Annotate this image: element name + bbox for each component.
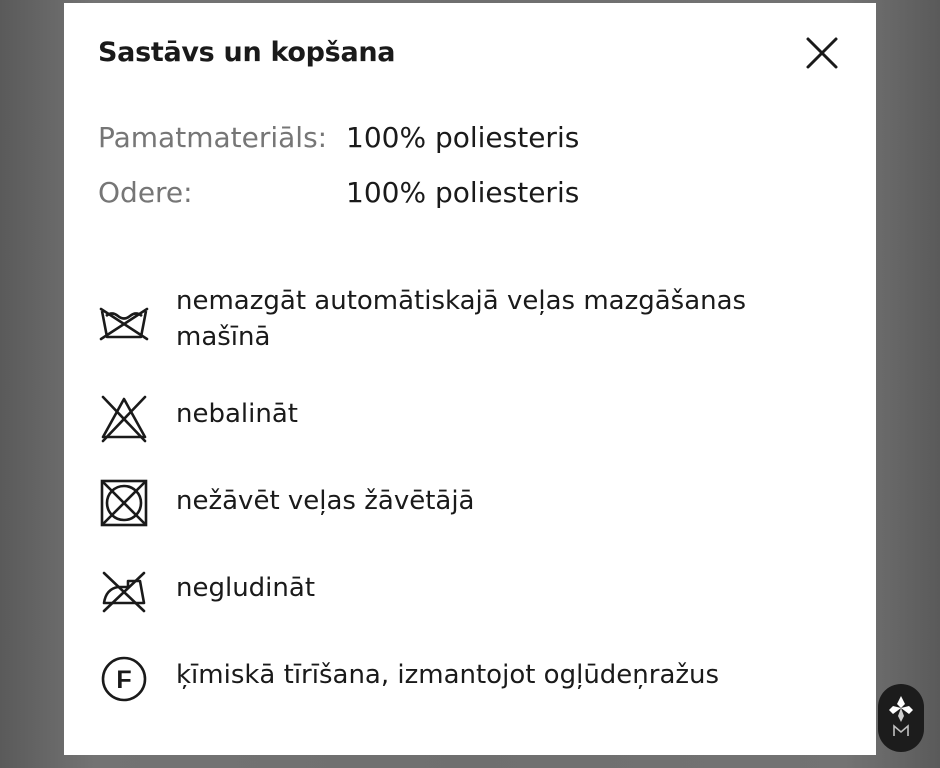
care-text: nemazgāt automātiskajā veļas mazgāšanas …: [176, 286, 747, 352]
dry-clean-f-icon: F: [98, 653, 150, 705]
care-text: ķīmiskā tīrīšana, izmantojot ogļūdeņražu…: [176, 660, 720, 690]
dialog-title: Sastāvs un kopšana: [98, 37, 396, 68]
composition-label: Odere:: [98, 176, 193, 209]
care-text: nežāvēt veļas žāvētājā: [176, 486, 475, 516]
close-button[interactable]: [802, 33, 842, 73]
dry-clean-letter: F: [116, 666, 131, 694]
watermark-badge: [878, 684, 924, 752]
composition-label: Pamatmateriāls:: [98, 121, 328, 154]
composition-value: 100% poliesteris: [346, 176, 580, 209]
composition-row: Odere: 100% poliesteris: [98, 176, 838, 231]
no-bleach-icon: [98, 393, 150, 445]
composition-row: Pamatmateriāls: 100% poliesteris: [98, 121, 838, 176]
composition-section: Pamatmateriāls: 100% poliesteris Odere: …: [98, 121, 838, 231]
composition-value: 100% poliesteris: [346, 121, 580, 154]
close-icon: [806, 37, 838, 69]
no-iron-icon: [98, 565, 150, 617]
no-tumble-dry-icon: [98, 477, 150, 529]
logo-icon: [889, 696, 913, 736]
care-text: nebalināt: [176, 399, 298, 429]
no-machine-wash-icon: [98, 299, 150, 351]
composition-care-dialog: Sastāvs un kopšana Pamatmateriāls: 100% …: [64, 3, 876, 755]
care-text: negludināt: [176, 573, 316, 603]
